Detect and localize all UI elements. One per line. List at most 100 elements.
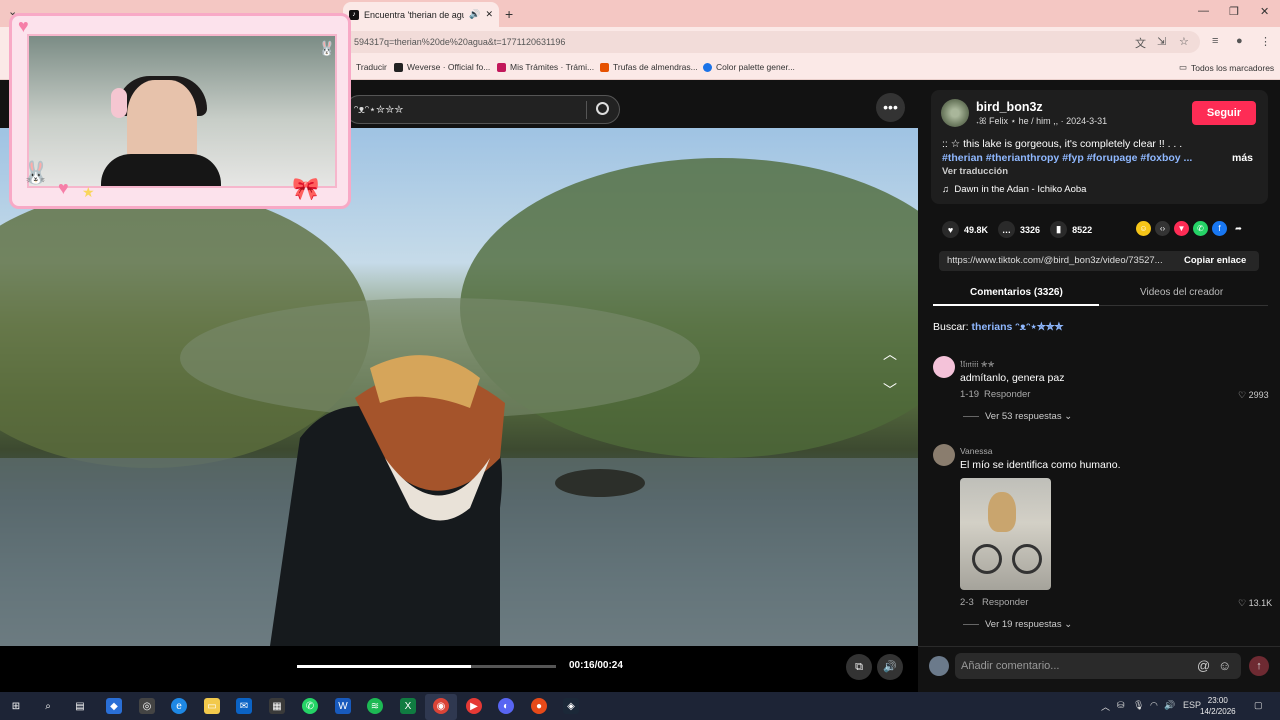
comment-date: 2-3 [960,597,974,608]
view-replies-button[interactable]: Ver 53 respuestas ⌄ [963,411,1072,422]
steam-icon[interactable]: ◈ [563,698,579,714]
like-button[interactable]: ♥ 49.8K [942,221,988,238]
more-options-button[interactable]: ••• [876,93,905,122]
comment-text: El mío se identifica como humano. [960,459,1121,471]
media-player-icon[interactable]: ▶ [466,698,482,714]
copy-link-button[interactable]: Copiar enlace [1184,255,1246,266]
tray-app-icon[interactable]: ⛁ [1117,700,1125,711]
video-hashtags[interactable]: #therian #therianthropy #fyp #forupage #… [942,152,1232,164]
progress-bar[interactable] [297,665,556,668]
bunny-sticker-icon: 🐰 [22,160,50,185]
repost-icon[interactable]: ☺ [1136,221,1151,236]
app-icon[interactable]: ◎ [139,698,155,714]
weverse-icon [394,62,403,72]
copilot-icon[interactable]: ◆ [106,698,122,714]
all-bookmarks[interactable]: ▭ Todos los marcadores [1179,62,1274,73]
bookmark-trufas[interactable]: Trufas de almendras... [600,62,698,72]
new-tab-button[interactable]: + [505,6,513,22]
media-controls-icon[interactable]: ≡ [1212,35,1218,47]
facebook-icon[interactable]: f [1212,221,1227,236]
send-icon[interactable]: ▼ [1174,221,1189,236]
bookmark-mis-tramites[interactable]: Mis Trámites · Trámi... [497,62,594,72]
view-replies-button[interactable]: Ver 19 respuestas ⌄ [963,619,1072,630]
excel-icon[interactable]: X [400,698,416,714]
notifications-icon[interactable]: ▢ [1254,700,1263,711]
search-divider [586,101,587,119]
whatsapp-taskbar-icon[interactable]: ✆ [302,698,318,714]
tab-comments[interactable]: Comentarios (3326) [970,287,1063,298]
comment-button[interactable]: … 3326 [998,221,1040,238]
bookmark-color-palette[interactable]: Color palette gener... [703,62,795,72]
tab-audio-icon[interactable]: 🔊 [469,9,480,20]
save-button[interactable]: ▮ 8522 [1050,221,1092,238]
share-link-url[interactable]: https://www.tiktok.com/@bird_bon3z/video… [947,255,1177,266]
comment-avatar[interactable] [933,444,955,466]
minimize-button[interactable]: — [1198,5,1209,17]
tab-creator-videos[interactable]: Videos del creador [1140,287,1223,298]
word-icon[interactable]: W [335,698,351,714]
whatsapp-icon[interactable]: ✆ [1193,221,1208,236]
wifi-icon[interactable]: ◠ [1150,700,1158,711]
comment-username[interactable]: Vanessa [960,446,992,456]
comment-like-button[interactable]: ♡ 13.1K [1238,598,1272,609]
bookmark-weverse[interactable]: Weverse · Official fo... [394,62,490,72]
heart-outline-icon: ♡ [1238,598,1247,608]
restore-button[interactable]: ❐ [1229,5,1239,18]
previous-video-button[interactable]: ︿ [880,344,900,364]
search-input[interactable]: ᵔᴥᵔ⋆✮✮✮ [345,95,620,124]
address-bar[interactable]: 594317q=therian%20de%20agua&t=1771120631… [340,31,1200,53]
menu-icon[interactable]: ⋮ [1260,35,1271,48]
tab-close-icon[interactable]: ✕ [485,9,493,20]
follow-button[interactable]: Seguir [1192,101,1256,125]
volume-button[interactable]: 🔊 [877,654,903,680]
comment-avatar[interactable] [933,356,955,378]
language-indicator[interactable]: ESP [1183,700,1201,710]
post-comment-button[interactable]: ↑ [1249,656,1269,676]
author-avatar[interactable] [941,99,969,127]
author-username[interactable]: bird_bon3z [976,100,1043,114]
start-icon[interactable]: ⊞ [8,698,24,714]
embed-icon[interactable]: ‹› [1155,221,1170,236]
comment-like-button[interactable]: ♡ 2993 [1238,390,1269,401]
share-arrow-icon[interactable]: ➦ [1231,221,1246,236]
translate-link[interactable]: Ver traducción [942,166,1008,177]
color-palette-icon [703,62,712,72]
tab-title: Encuentra 'therian de agua' [364,9,465,20]
floating-player-button[interactable]: ⧉ [846,654,872,680]
reply-button[interactable]: Responder [982,597,1028,608]
comment-username[interactable]: 𝔘𝔪𝔦𝔦𝔦 ✮✮ [960,359,995,370]
spotify-icon[interactable]: ≋ [367,698,383,714]
obs-icon[interactable]: ● [531,698,547,714]
profile-avatar[interactable]: ● [1236,35,1243,47]
mention-icon[interactable]: @ [1197,658,1210,673]
microphone-icon[interactable]: 🎙 [1133,700,1144,711]
emoji-icon[interactable]: ☺ [1218,658,1231,673]
active-tab[interactable]: ♪ Encuentra 'therian de agua' 🔊 ✕ [343,2,499,27]
task-view-icon[interactable]: ▤ [72,698,88,714]
comment-image[interactable] [960,478,1051,590]
mail-icon[interactable]: ✉ [236,698,252,714]
search-taskbar-icon[interactable]: ⌕ [40,698,56,714]
chrome-icon[interactable]: ◉ [433,698,449,714]
bookmark-traducir[interactable]: Traducir [356,62,387,72]
clock[interactable]: 23:00 14/2/2026 [1200,695,1236,717]
calculator-icon[interactable]: ▦ [269,698,285,714]
tray-expand-icon[interactable]: ︿ [1101,700,1110,713]
install-icon[interactable]: ⇲ [1157,35,1166,48]
reply-button[interactable]: Responder [984,389,1030,400]
file-explorer-icon[interactable]: ▭ [204,698,220,714]
search-suggestion[interactable]: Buscar: therians ᵔᴥᵔ⋆✮✮✮ [933,321,1063,333]
speaker-icon[interactable]: 🔊 [1164,700,1175,711]
headset [111,88,127,118]
translate-icon[interactable]: 文 [1135,35,1146,51]
close-window-button[interactable]: ✕ [1260,5,1269,18]
bookmark-star-icon[interactable]: ☆ [1179,35,1189,48]
video-time: 00:16/00:24 [569,660,623,671]
next-video-button[interactable]: ﹀ [880,380,900,400]
edge-icon[interactable]: e [171,698,187,714]
music-track[interactable]: ♫ Dawn in the Adan - Ichiko Aoba [942,184,1086,195]
bike-wheel [972,544,1002,574]
search-icon[interactable] [596,102,609,115]
more-link[interactable]: más [1232,152,1253,164]
discord-icon[interactable]: ◐ [498,698,514,714]
